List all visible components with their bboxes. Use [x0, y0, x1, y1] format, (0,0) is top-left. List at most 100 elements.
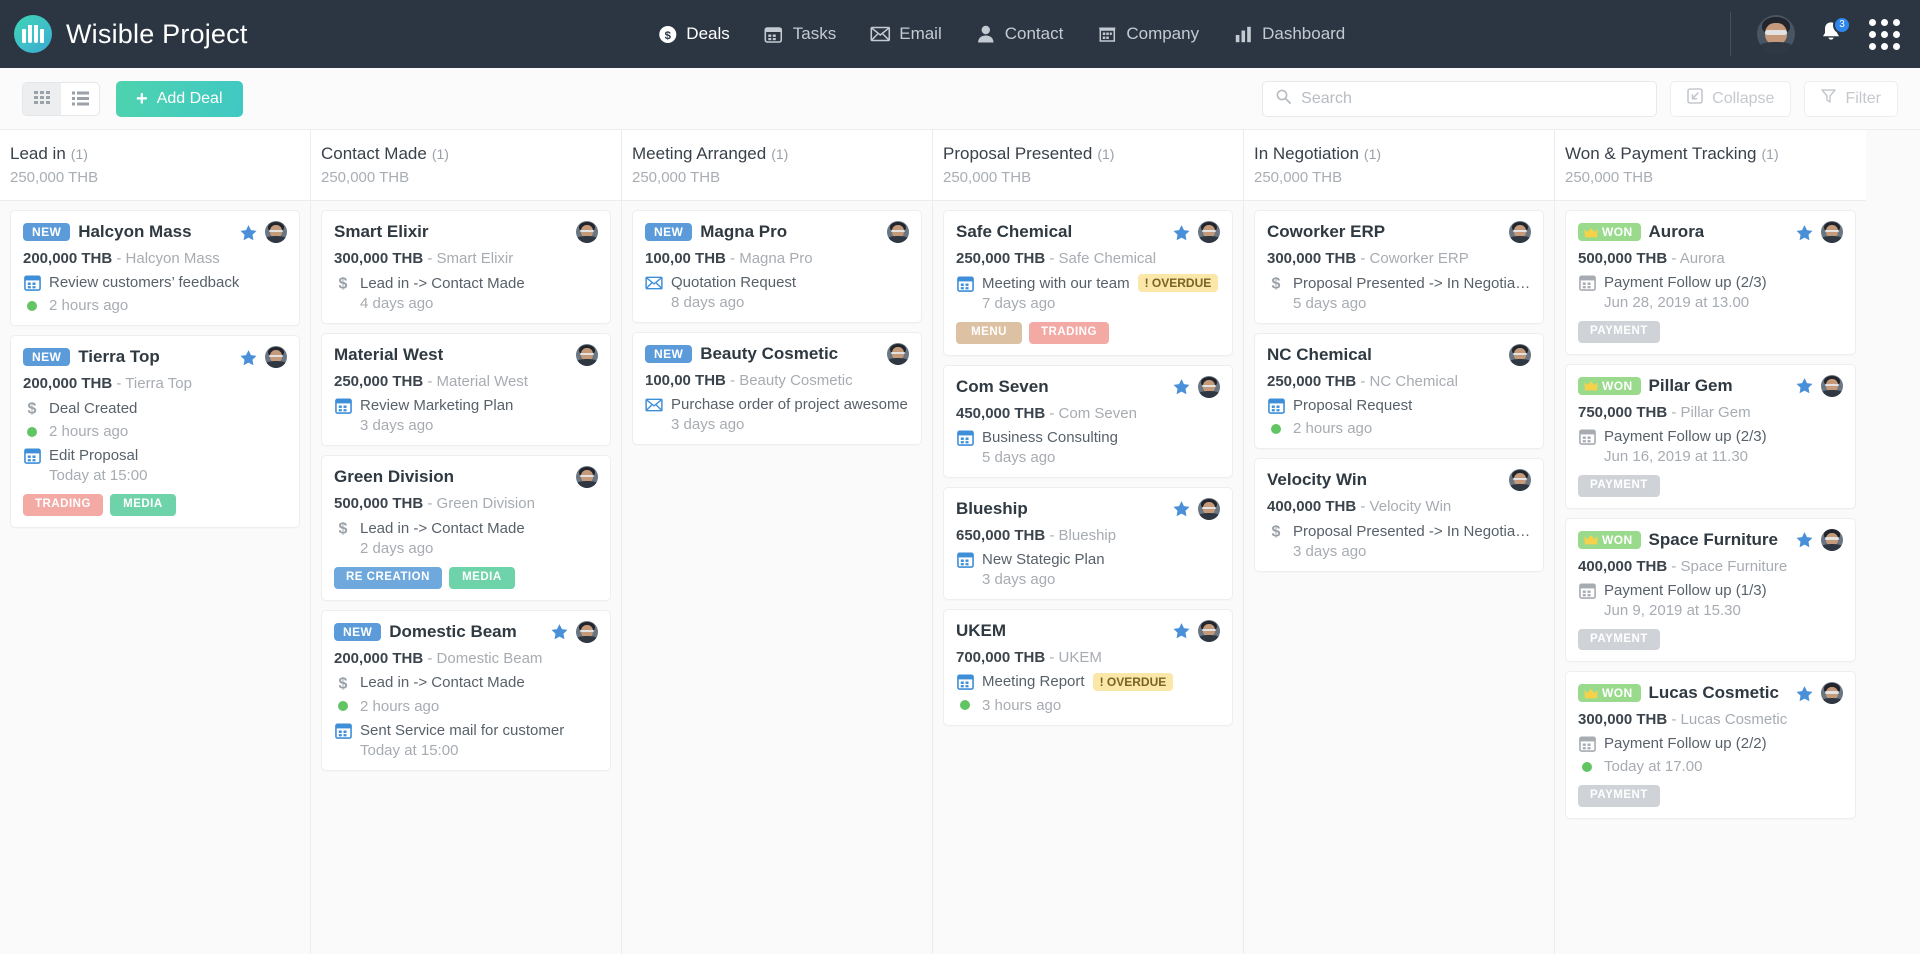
- star-icon[interactable]: [1796, 224, 1813, 241]
- add-deal-button[interactable]: + Add Deal: [116, 81, 243, 117]
- deal-tag[interactable]: MEDIA: [449, 567, 515, 589]
- deal-card[interactable]: NEWHalcyon Mass200,000 THB - Halcyon Mas…: [10, 210, 300, 326]
- avatar[interactable]: [1757, 15, 1795, 53]
- status-dot: [27, 427, 37, 437]
- deal-card[interactable]: Safe Chemical250,000 THB - Safe Chemical…: [943, 210, 1233, 356]
- status-dot: [1271, 424, 1281, 434]
- deal-card[interactable]: Coworker ERP300,000 THB - Coworker ERP$P…: [1254, 210, 1544, 324]
- deal-card[interactable]: Velocity Win400,000 THB - Velocity Win$P…: [1254, 458, 1544, 572]
- nav-item-deals[interactable]: $ Deals: [657, 24, 729, 44]
- activity-text: Review Marketing Plan: [360, 397, 513, 414]
- column-name: Proposal Presented: [943, 144, 1092, 163]
- star-icon[interactable]: [1173, 622, 1190, 639]
- deal-card[interactable]: NEWDomestic Beam200,000 THB - Domestic B…: [321, 610, 611, 771]
- list-view-icon[interactable]: [61, 83, 99, 115]
- deal-card[interactable]: WONSpace Furniture400,000 THB - Space Fu…: [1565, 518, 1856, 663]
- deal-title: Green Division: [334, 467, 454, 487]
- star-icon[interactable]: [1796, 685, 1813, 702]
- time-row: Today at 17.00: [1578, 758, 1843, 775]
- deal-card[interactable]: WONAurora500,000 THB - AuroraPayment Fol…: [1565, 210, 1856, 355]
- deal-tag[interactable]: MENU: [956, 322, 1022, 344]
- avatar: [1198, 620, 1220, 642]
- avatar: [1821, 529, 1843, 551]
- deal-tag[interactable]: PAYMENT: [1578, 475, 1660, 497]
- deal-title: Space Furniture: [1649, 530, 1778, 550]
- wisible-logo-icon: [14, 15, 52, 53]
- deal-amount: 200,000 THB: [334, 650, 423, 667]
- overdue-badge: ! OVERDUE: [1138, 274, 1219, 292]
- nav-item-company[interactable]: Company: [1097, 24, 1199, 44]
- deal-title: Magna Pro: [700, 222, 787, 242]
- deal-card[interactable]: Material West250,000 THB - Material West…: [321, 333, 611, 446]
- deal-card[interactable]: Smart Elixir300,000 THB - Smart Elixir$L…: [321, 210, 611, 324]
- grid-view-icon[interactable]: [23, 83, 61, 115]
- deal-card[interactable]: NC Chemical250,000 THB - NC ChemicalProp…: [1254, 333, 1544, 449]
- deal-card[interactable]: NEWBeauty Cosmetic100,00 THB - Beauty Co…: [632, 332, 922, 445]
- brand[interactable]: Wisible Project: [14, 15, 248, 53]
- collapse-button[interactable]: Collapse: [1670, 81, 1791, 117]
- card-header: WONSpace Furniture: [1578, 529, 1843, 551]
- activity-row: Meeting with our team! OVERDUE: [956, 274, 1220, 292]
- column-card-list: WONAurora500,000 THB - AuroraPayment Fol…: [1555, 201, 1866, 828]
- column-header: Lead in(1)250,000 THB: [0, 130, 310, 201]
- nav-item-contact[interactable]: Contact: [976, 24, 1064, 44]
- nav-item-tasks[interactable]: Tasks: [764, 24, 836, 44]
- star-icon[interactable]: [1173, 224, 1190, 241]
- time-text: 2 hours ago: [49, 423, 128, 440]
- deal-title: Material West: [334, 345, 443, 365]
- subtime-text: 7 days ago: [956, 295, 1220, 312]
- calendar-icon: [764, 24, 784, 44]
- deal-amount: 300,000 THB: [1267, 250, 1356, 267]
- time-row: 3 hours ago: [956, 697, 1220, 714]
- deal-card[interactable]: Com Seven450,000 THB - Com SevenBusiness…: [943, 365, 1233, 478]
- card-header: Material West: [334, 344, 598, 366]
- deal-card[interactable]: UKEM700,000 THB - UKEMMeeting Report! OV…: [943, 609, 1233, 726]
- star-icon[interactable]: [1796, 531, 1813, 548]
- filter-label: Filter: [1845, 90, 1881, 108]
- apps-grid-icon[interactable]: [1869, 19, 1900, 50]
- deal-tag[interactable]: PAYMENT: [1578, 629, 1660, 651]
- deal-card[interactable]: NEWMagna Pro100,00 THB - Magna ProQuotat…: [632, 210, 922, 323]
- star-icon[interactable]: [1173, 500, 1190, 517]
- deal-card[interactable]: NEWTierra Top200,000 THB - Tierra Top$De…: [10, 335, 300, 528]
- tag-list: PAYMENT: [1578, 321, 1843, 343]
- deal-company: - Velocity Win: [1360, 498, 1451, 515]
- activity-row: Payment Follow up (2/3): [1578, 428, 1843, 445]
- avatar: [1821, 221, 1843, 243]
- star-icon[interactable]: [240, 224, 257, 241]
- activity-row: $Lead in -> Contact Made: [334, 674, 598, 692]
- deal-title: UKEM: [956, 621, 1006, 641]
- search-input[interactable]: [1301, 90, 1643, 108]
- star-icon[interactable]: [240, 349, 257, 366]
- top-navigation-bar: Wisible Project $ Deals Tasks Email Cont…: [0, 0, 1920, 68]
- search-box[interactable]: [1262, 81, 1657, 117]
- star-icon[interactable]: [1796, 377, 1813, 394]
- deal-card[interactable]: WONPillar Gem750,000 THB - Pillar GemPay…: [1565, 364, 1856, 509]
- top-right-actions: 3: [1730, 0, 1920, 68]
- column-total: 250,000 THB: [1565, 169, 1852, 186]
- column-count: (1): [71, 146, 88, 162]
- avatar: [576, 344, 598, 366]
- notifications-button[interactable]: 3: [1817, 19, 1847, 49]
- star-icon[interactable]: [551, 623, 568, 640]
- deal-amount: 250,000 THB: [1267, 373, 1356, 390]
- new-badge: NEW: [23, 223, 70, 241]
- deal-tag[interactable]: MEDIA: [110, 494, 176, 516]
- deal-card[interactable]: WONLucas Cosmetic300,000 THB - Lucas Cos…: [1565, 671, 1856, 819]
- deal-tag[interactable]: RE CREATION: [334, 567, 442, 589]
- activity-text: Proposal Presented -> In Negotiation: [1293, 523, 1531, 540]
- deal-tag[interactable]: PAYMENT: [1578, 321, 1660, 343]
- filter-button[interactable]: Filter: [1804, 81, 1898, 117]
- crown-icon: [1584, 688, 1598, 699]
- deal-card[interactable]: Blueship650,000 THB - BlueshipNew Stateg…: [943, 487, 1233, 600]
- deal-tag[interactable]: TRADING: [23, 494, 103, 516]
- toolbar-right: Collapse Filter: [1262, 81, 1898, 117]
- deal-tag[interactable]: PAYMENT: [1578, 785, 1660, 807]
- deal-card[interactable]: Green Division500,000 THB - Green Divisi…: [321, 455, 611, 601]
- deal-amount-row: 200,000 THB - Tierra Top: [23, 375, 287, 392]
- nav-item-email[interactable]: Email: [870, 24, 942, 44]
- activity-row: $Proposal Presented -> In Negotiation: [1267, 522, 1531, 540]
- star-icon[interactable]: [1173, 378, 1190, 395]
- nav-item-dashboard[interactable]: Dashboard: [1233, 24, 1345, 44]
- deal-tag[interactable]: TRADING: [1029, 322, 1109, 344]
